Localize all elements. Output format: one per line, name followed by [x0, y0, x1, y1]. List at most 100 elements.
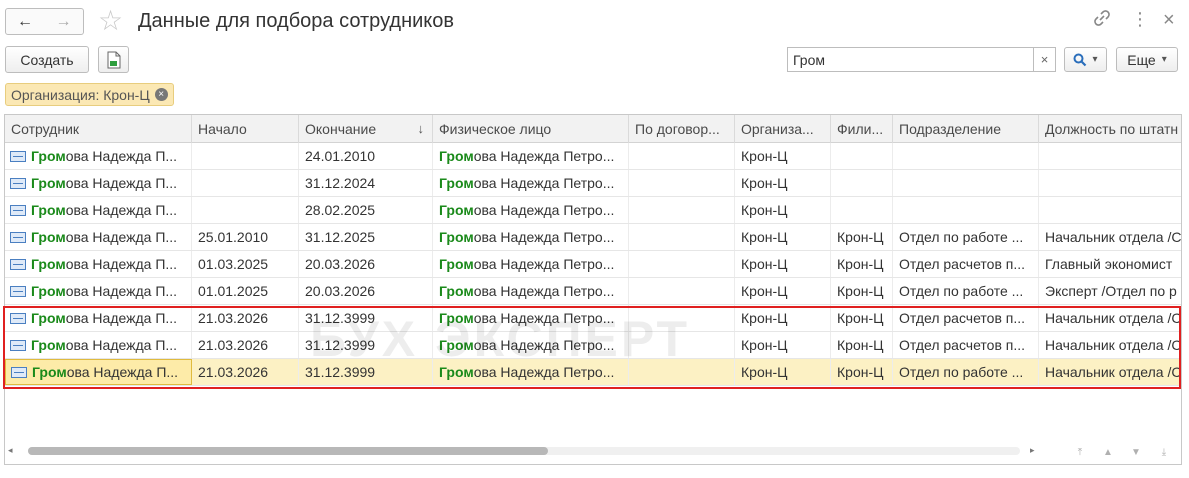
- cell-department[interactable]: [893, 143, 1039, 169]
- cell-employee[interactable]: Громова Надежда П...: [5, 305, 192, 331]
- filter-tag-organization[interactable]: Организация: Крон-Ц ×: [5, 83, 174, 106]
- cell-contract[interactable]: [629, 278, 735, 304]
- back-button[interactable]: ←: [5, 8, 45, 35]
- cell-start[interactable]: 21.03.2026: [192, 359, 299, 385]
- cell-branch[interactable]: Крон-Ц: [831, 278, 893, 304]
- search-button[interactable]: ▾: [1064, 47, 1107, 72]
- cell-organization[interactable]: Крон-Ц: [735, 332, 831, 358]
- cell-department[interactable]: Отдел по работе ...: [893, 359, 1039, 385]
- cell-contract[interactable]: [629, 197, 735, 223]
- cell-organization[interactable]: Крон-Ц: [735, 251, 831, 277]
- page-up-icon[interactable]: ▲: [1094, 443, 1122, 461]
- cell-branch[interactable]: [831, 197, 893, 223]
- cell-position[interactable]: Начальник отдела /С: [1039, 305, 1181, 331]
- scroll-right-icon[interactable]: ▸: [1030, 445, 1035, 456]
- cell-contract[interactable]: [629, 224, 735, 250]
- cell-employee[interactable]: Громова Надежда П...: [5, 332, 192, 358]
- horizontal-scrollbar[interactable]: ◂ ▸: [4, 443, 1044, 459]
- cell-department[interactable]: [893, 170, 1039, 196]
- column-header-department[interactable]: Подразделение: [893, 115, 1039, 143]
- column-header-position[interactable]: Должность по штатн: [1039, 115, 1181, 143]
- scroll-thumb[interactable]: [28, 447, 548, 455]
- export-button[interactable]: [98, 46, 129, 73]
- more-vertical-icon[interactable]: ⋮: [1131, 9, 1149, 30]
- table-row[interactable]: Громова Надежда П... 01.01.2025 20.03.2026…: [5, 278, 1181, 305]
- cell-position[interactable]: Начальник отдела /С: [1039, 224, 1181, 250]
- cell-person[interactable]: Громова Надежда Петро...: [433, 251, 629, 277]
- cell-start[interactable]: [192, 197, 299, 223]
- cell-end[interactable]: 20.03.2026: [299, 278, 433, 304]
- cell-position[interactable]: Главный экономист: [1039, 251, 1181, 277]
- close-icon[interactable]: ×: [1163, 9, 1175, 32]
- table-row[interactable]: Громова Надежда П... 31.12.2024 Громова На…: [5, 170, 1181, 197]
- cell-position[interactable]: [1039, 143, 1181, 169]
- column-header-contract[interactable]: По договор...: [629, 115, 735, 143]
- cell-employee[interactable]: Громова Надежда П...: [5, 170, 192, 196]
- cell-organization[interactable]: Крон-Ц: [735, 170, 831, 196]
- cell-department[interactable]: Отдел по работе ...: [893, 278, 1039, 304]
- cell-end[interactable]: 31.12.2024: [299, 170, 433, 196]
- cell-person[interactable]: Громова Надежда Петро...: [433, 197, 629, 223]
- cell-position[interactable]: Начальник отдела /С: [1039, 359, 1181, 385]
- cell-branch[interactable]: Крон-Ц: [831, 224, 893, 250]
- cell-employee[interactable]: Громова Надежда П...: [5, 359, 192, 385]
- more-button[interactable]: Еще ▾: [1116, 47, 1178, 72]
- cell-person[interactable]: Громова Надежда Петро...: [433, 359, 629, 385]
- cell-contract[interactable]: [629, 305, 735, 331]
- cell-organization[interactable]: Крон-Ц: [735, 305, 831, 331]
- cell-department[interactable]: Отдел расчетов п...: [893, 251, 1039, 277]
- cell-person[interactable]: Громова Надежда Петро...: [433, 170, 629, 196]
- cell-person[interactable]: Громова Надежда Петро...: [433, 305, 629, 331]
- cell-organization[interactable]: Крон-Ц: [735, 143, 831, 169]
- cell-end[interactable]: 24.01.2010: [299, 143, 433, 169]
- cell-position[interactable]: Начальник отдела /С: [1039, 332, 1181, 358]
- search-clear-button[interactable]: ×: [1033, 47, 1056, 72]
- cell-end[interactable]: 28.02.2025: [299, 197, 433, 223]
- scroll-track[interactable]: [28, 447, 1020, 455]
- cell-start[interactable]: 21.03.2026: [192, 332, 299, 358]
- cell-branch[interactable]: Крон-Ц: [831, 359, 893, 385]
- cell-end[interactable]: 31.12.2025: [299, 224, 433, 250]
- cell-employee[interactable]: Громова Надежда П...: [5, 197, 192, 223]
- cell-department[interactable]: Отдел по работе ...: [893, 224, 1039, 250]
- table-row[interactable]: Громова Надежда П... 28.02.2025 Громова На…: [5, 197, 1181, 224]
- table-row[interactable]: Громова Надежда П... 21.03.2026 31.12.3999…: [5, 305, 1181, 332]
- table-row[interactable]: Громова Надежда П... 25.01.2010 31.12.2025…: [5, 224, 1181, 251]
- cell-branch[interactable]: Крон-Ц: [831, 332, 893, 358]
- cell-end[interactable]: 31.12.3999: [299, 332, 433, 358]
- cell-contract[interactable]: [629, 332, 735, 358]
- cell-employee[interactable]: Громова Надежда П...: [5, 224, 192, 250]
- cell-contract[interactable]: [629, 359, 735, 385]
- cell-branch[interactable]: [831, 143, 893, 169]
- cell-person[interactable]: Громова Надежда Петро...: [433, 143, 629, 169]
- cell-position[interactable]: [1039, 170, 1181, 196]
- cell-person[interactable]: Громова Надежда Петро...: [433, 332, 629, 358]
- cell-contract[interactable]: [629, 143, 735, 169]
- cell-end[interactable]: 31.12.3999: [299, 305, 433, 331]
- last-page-icon[interactable]: ⤓: [1150, 443, 1178, 461]
- cell-end[interactable]: 31.12.3999: [299, 359, 433, 385]
- column-header-organization[interactable]: Организа...: [735, 115, 831, 143]
- column-header-person[interactable]: Физическое лицо: [433, 115, 629, 143]
- cell-department[interactable]: [893, 197, 1039, 223]
- cell-person[interactable]: Громова Надежда Петро...: [433, 224, 629, 250]
- column-header-start[interactable]: Начало: [192, 115, 299, 143]
- remove-filter-icon[interactable]: ×: [154, 88, 168, 101]
- table-row[interactable]: Громова Надежда П... 24.01.2010 Громова На…: [5, 143, 1181, 170]
- column-header-end[interactable]: Окончание ↓: [299, 115, 433, 143]
- cell-position[interactable]: [1039, 197, 1181, 223]
- scroll-left-icon[interactable]: ◂: [8, 445, 13, 456]
- cell-start[interactable]: 25.01.2010: [192, 224, 299, 250]
- forward-button[interactable]: →: [44, 8, 84, 35]
- cell-employee[interactable]: Громова Надежда П...: [5, 278, 192, 304]
- cell-branch[interactable]: Крон-Ц: [831, 305, 893, 331]
- cell-start[interactable]: [192, 170, 299, 196]
- cell-employee[interactable]: Громова Надежда П...: [5, 143, 192, 169]
- table-row[interactable]: Громова Надежда П... 01.03.2025 20.03.2026…: [5, 251, 1181, 278]
- column-header-employee[interactable]: Сотрудник: [5, 115, 192, 143]
- cell-start[interactable]: 01.01.2025: [192, 278, 299, 304]
- cell-employee[interactable]: Громова Надежда П...: [5, 251, 192, 277]
- cell-end[interactable]: 20.03.2026: [299, 251, 433, 277]
- cell-person[interactable]: Громова Надежда Петро...: [433, 278, 629, 304]
- cell-department[interactable]: Отдел расчетов п...: [893, 332, 1039, 358]
